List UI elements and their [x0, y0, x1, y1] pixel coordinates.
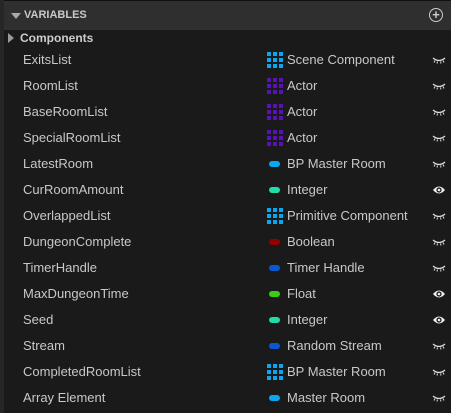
array-type-icon	[267, 364, 283, 380]
eye-closed-icon[interactable]	[432, 235, 446, 247]
eye-closed-icon[interactable]	[432, 391, 446, 403]
variable-row[interactable]: ExitsList Scene Component	[4, 47, 451, 73]
eye-open-icon[interactable]	[432, 313, 446, 325]
array-type-icon	[267, 208, 283, 224]
type-pill-icon	[269, 317, 280, 323]
variables-section-header[interactable]: VARIABLES +	[4, 0, 451, 30]
collapse-arrow-icon[interactable]	[11, 13, 21, 19]
eye-closed-icon[interactable]	[432, 365, 446, 377]
type-pill-icon	[269, 343, 280, 349]
variable-row[interactable]: DungeonComplete Boolean	[4, 229, 451, 255]
variable-type[interactable]: Actor	[287, 130, 317, 145]
variable-name: ExitsList	[23, 52, 72, 67]
variable-type[interactable]: Actor	[287, 104, 317, 119]
variable-row[interactable]: OverlappedList Primitive Component	[4, 203, 451, 229]
variable-type[interactable]: BP Master Room	[287, 364, 386, 379]
type-pill-icon	[269, 239, 280, 245]
variable-row[interactable]: LatestRoom BP Master Room	[4, 151, 451, 177]
type-pill-icon	[269, 161, 280, 167]
variable-name: MaxDungeonTime	[23, 286, 129, 301]
type-pill-icon	[269, 291, 280, 297]
variable-row[interactable]: CompletedRoomList BP Master Room	[4, 359, 451, 385]
eye-closed-icon[interactable]	[432, 53, 446, 65]
eye-closed-icon[interactable]	[432, 339, 446, 351]
category-label: Components	[20, 31, 94, 45]
variable-name: Array Element	[23, 390, 106, 405]
variable-name: Seed	[23, 312, 54, 327]
variable-type[interactable]: BP Master Room	[287, 156, 386, 171]
variable-type[interactable]: Scene Component	[287, 52, 395, 67]
section-title: VARIABLES	[24, 9, 87, 21]
variable-type[interactable]: Random Stream	[287, 338, 382, 353]
type-pill-icon	[269, 265, 280, 271]
variable-row[interactable]: TimerHandle Timer Handle	[4, 255, 451, 281]
variable-type[interactable]: Primitive Component	[287, 208, 408, 223]
variable-row[interactable]: Seed Integer	[4, 307, 451, 333]
variable-name: CurRoomAmount	[23, 182, 124, 197]
eye-closed-icon[interactable]	[432, 157, 446, 169]
variable-type[interactable]: Actor	[287, 78, 317, 93]
eye-closed-icon[interactable]	[432, 131, 446, 143]
variable-name: TimerHandle	[23, 260, 97, 275]
plus-circle-icon[interactable]: +	[429, 8, 443, 22]
type-pill-icon	[269, 395, 280, 401]
expand-arrow-icon[interactable]	[8, 33, 14, 43]
variable-type[interactable]: Integer	[287, 312, 327, 327]
variable-row[interactable]: RoomList Actor	[4, 73, 451, 99]
variable-name: CompletedRoomList	[23, 364, 141, 379]
variable-name: DungeonComplete	[23, 234, 132, 249]
variable-row[interactable]: Array Element Master Room	[4, 385, 451, 411]
variable-type[interactable]: Master Room	[287, 390, 365, 405]
eye-closed-icon[interactable]	[432, 105, 446, 117]
array-type-icon	[267, 130, 283, 146]
array-type-icon	[267, 78, 283, 94]
variable-name: Stream	[23, 338, 65, 353]
variable-name: OverlappedList	[23, 208, 111, 223]
variable-row[interactable]: MaxDungeonTime Float	[4, 281, 451, 307]
eye-open-icon[interactable]	[432, 183, 446, 195]
variable-name: SpecialRoomList	[23, 130, 121, 145]
variable-name: RoomList	[23, 78, 78, 93]
type-pill-icon	[269, 187, 280, 193]
variable-type[interactable]: Float	[287, 286, 316, 301]
variable-name: BaseRoomList	[23, 104, 108, 119]
eye-closed-icon[interactable]	[432, 79, 446, 91]
array-type-icon	[267, 52, 283, 68]
variable-type[interactable]: Boolean	[287, 234, 335, 249]
eye-open-icon[interactable]	[432, 287, 446, 299]
eye-closed-icon[interactable]	[432, 209, 446, 221]
variable-row[interactable]: Stream Random Stream	[4, 333, 451, 359]
array-type-icon	[267, 104, 283, 120]
variable-row[interactable]: CurRoomAmount Integer	[4, 177, 451, 203]
variable-name: LatestRoom	[23, 156, 94, 171]
variable-row[interactable]: SpecialRoomList Actor	[4, 125, 451, 151]
variable-row[interactable]: BaseRoomList Actor	[4, 99, 451, 125]
eye-closed-icon[interactable]	[432, 261, 446, 273]
variable-type[interactable]: Integer	[287, 182, 327, 197]
variable-type[interactable]: Timer Handle	[287, 260, 365, 275]
